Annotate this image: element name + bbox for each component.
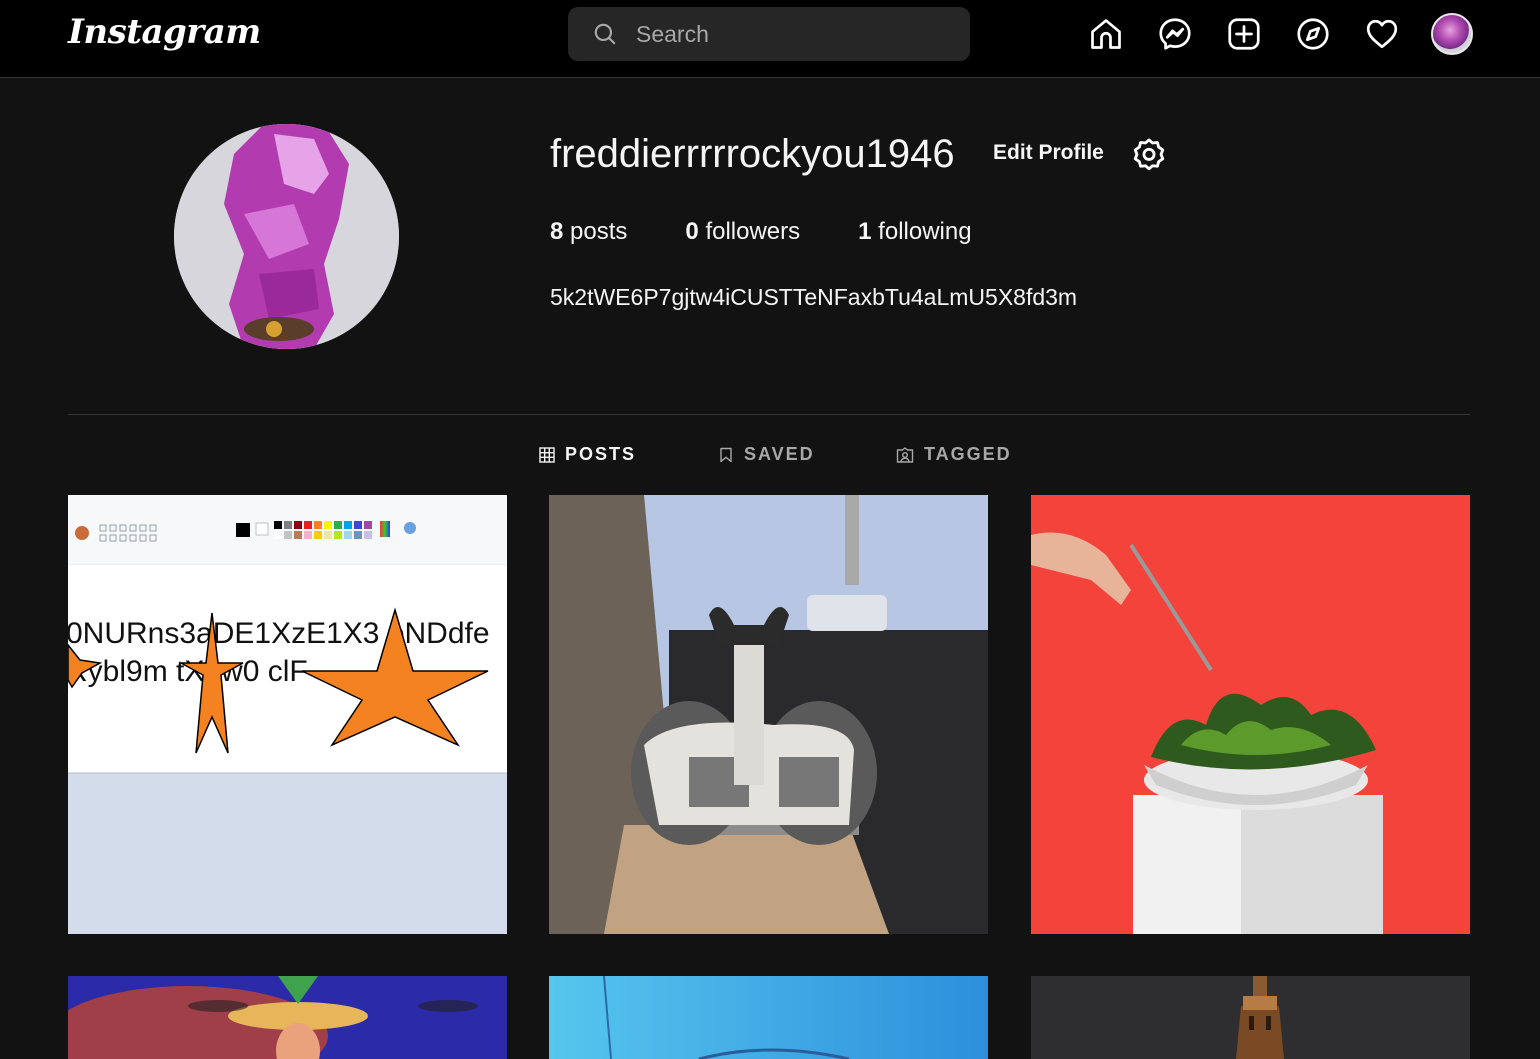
post-tile-5[interactable] [549, 976, 988, 1059]
tagged-icon [896, 446, 914, 463]
posts-count-stat: 8 posts [550, 218, 627, 246]
following-count: 1 [858, 218, 872, 245]
home-icon[interactable] [1088, 16, 1124, 52]
new-post-icon[interactable] [1226, 16, 1262, 52]
posts-count: 8 [550, 218, 564, 245]
search-icon [594, 23, 616, 45]
posts-label: posts [570, 218, 628, 245]
tab-saved[interactable]: SAVED [718, 444, 815, 465]
settings-gear-icon[interactable] [1130, 136, 1168, 174]
tab-posts-label: POSTS [565, 444, 637, 464]
bookmark-icon [720, 447, 732, 462]
following-stat[interactable]: 1 following [858, 218, 971, 246]
post-6-image [1031, 976, 1470, 1059]
profile-divider [68, 414, 1470, 415]
followers-stat[interactable]: 0 followers [685, 218, 800, 246]
search-input[interactable] [634, 19, 938, 49]
profile-stats: 8 posts 0 followers 1 following [550, 218, 1030, 246]
instagram-logo[interactable]: Instagram [68, 12, 261, 52]
post-3-image [1031, 495, 1470, 934]
profile-picture-art [174, 124, 399, 349]
post-tile-1[interactable]: 0NURns3aDE1XzE1X3 oNDdfe Rybl9m tX2w0 cl… [68, 495, 507, 934]
search-box[interactable] [568, 7, 970, 61]
profile-bio: 5k2tWE6P7gjtw4iCUSTTeNFaxbTu4aLmU5X8fd3m [550, 284, 1078, 310]
activity-heart-icon[interactable] [1364, 16, 1400, 52]
grid-icon [539, 446, 555, 463]
tab-saved-label: SAVED [744, 444, 815, 464]
profile-username: freddierrrrrockyou1946 [550, 132, 955, 176]
post-tile-2[interactable] [549, 495, 988, 934]
followers-count: 0 [685, 218, 699, 245]
profile-avatar[interactable] [1431, 13, 1473, 55]
post-tile-3[interactable] [1031, 495, 1470, 934]
explore-icon[interactable] [1295, 16, 1331, 52]
profile-picture[interactable] [174, 124, 399, 349]
followers-label: followers [705, 218, 801, 245]
top-navigation-bar: Instagram [0, 0, 1540, 78]
tab-posts[interactable]: POSTS [539, 444, 636, 465]
post-1-text-line-1: 0NURns3aDE1XzE1X3 oNDdfe [68, 617, 490, 650]
post-1-image: 0NURns3aDE1XzE1X3 oNDdfe Rybl9m tX2w0 cl… [68, 495, 507, 774]
tab-tagged[interactable]: TAGGED [896, 444, 1012, 465]
post-1-text-line-2: Rybl9m tX2w0 clF [68, 655, 308, 688]
edit-profile-button[interactable]: Edit Profile [993, 141, 1104, 165]
post-tile-6[interactable] [1031, 976, 1470, 1059]
tab-tagged-label: TAGGED [924, 444, 1012, 464]
post-5-image [549, 976, 988, 1059]
messenger-icon[interactable] [1157, 16, 1193, 52]
following-label: following [878, 218, 972, 245]
post-tile-4[interactable] [68, 976, 507, 1059]
post-2-image [549, 495, 988, 934]
post-4-image [68, 976, 507, 1059]
